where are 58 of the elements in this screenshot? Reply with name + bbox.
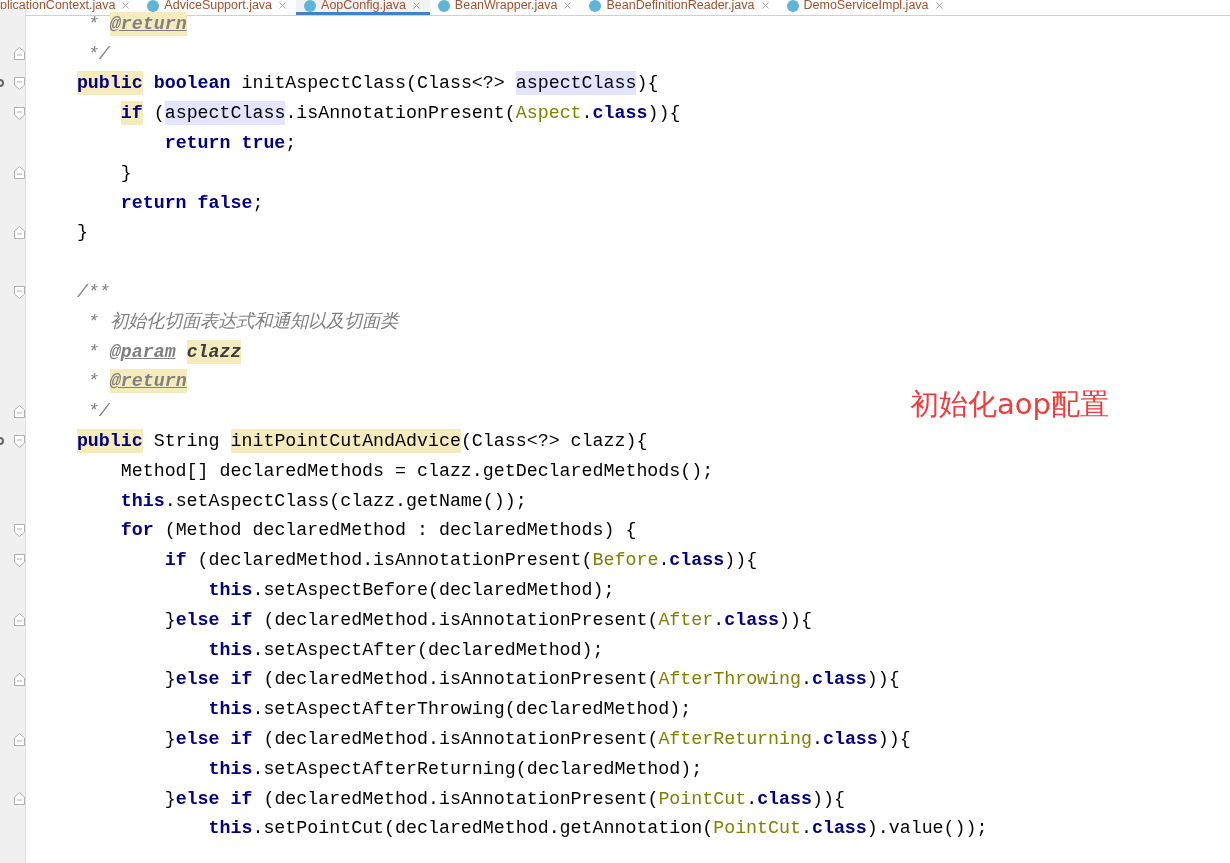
code-line: if (declaredMethod.isAnnotationPresent(Before.class)){ (163, 549, 758, 573)
code-line: public String initPointCutAndAdvice(Class<?> clazz){ (75, 429, 648, 454)
editor-tab[interactable]: BeanWrapper.java (429, 0, 582, 15)
fold-icon[interactable] (14, 106, 25, 120)
annotation-note: 初始化aop配置 (910, 386, 1109, 423)
fold-icon[interactable] (14, 77, 25, 90)
code-line: */ (86, 400, 110, 424)
fold-icon[interactable] (14, 47, 25, 61)
code-line: } (75, 221, 88, 245)
fold-icon[interactable] (14, 613, 25, 627)
tab-label: AdviceSupport.java (164, 0, 273, 12)
code-line: this.setAspectBefore(declaredMethod); (207, 579, 615, 603)
code-line: this.setPointCut(declaredMethod.getAnnotation(PointCut.class).value()); (207, 817, 988, 841)
code-line: }else if (declaredMethod.isAnnotationPresent(PointCut.class)){ (163, 787, 845, 811)
fold-icon[interactable] (14, 792, 25, 806)
close-icon[interactable] (120, 0, 132, 11)
code-line: return true; (163, 132, 297, 156)
code-line: } (119, 161, 132, 185)
fold-icon[interactable] (14, 225, 25, 239)
close-icon[interactable] (410, 0, 422, 11)
editor-tab[interactable]: plicationContext.java (0, 0, 140, 15)
code-line: this.setAspectAfterThrowing(declaredMethod); (207, 698, 692, 722)
tab-label: plicationContext.java (0, 0, 116, 12)
code-line: /** (75, 281, 110, 305)
code-line: return false; (119, 191, 264, 215)
tab-label: BeanDefinitionReader.java (606, 0, 755, 12)
code-line: if (aspectClass.isAnnotationPresent(Aspect.class)){ (119, 101, 681, 126)
close-icon[interactable] (759, 0, 771, 11)
code-line: for (Method declaredMethod : declaredMethods) { (119, 519, 637, 543)
code-line: public boolean initAspectClass(Class<?> aspectClass){ (75, 71, 659, 96)
code-line: */ (86, 42, 110, 66)
code-line: * 初始化切面表达式和通知以及切面类 (86, 310, 398, 334)
code-line: this.setAspectClass(clazz.getName()); (119, 489, 527, 513)
editor-tab[interactable]: DemoServiceImpl.java (778, 0, 953, 15)
fold-icon[interactable] (14, 732, 25, 746)
code-line: Method[] declaredMethods = clazz.getDeclaredMethods(); (119, 459, 714, 483)
fold-icon[interactable] (14, 404, 25, 418)
fold-icon[interactable] (14, 523, 25, 537)
tab-label: DemoServiceImpl.java (803, 0, 929, 12)
code-line: }else if (declaredMethod.isAnnotationPresent(After.class)){ (163, 608, 812, 632)
tab-label: AopConfig.java (321, 0, 406, 12)
code-line: this.setAspectAfter(declaredMethod); (207, 638, 604, 662)
code-line: * @param clazz (86, 339, 242, 364)
tab-label: BeanWrapper.java (454, 0, 558, 12)
code-line: this.setAspectAfterReturning(declaredMethod); (207, 757, 703, 781)
close-icon[interactable] (277, 0, 289, 11)
code-line: }else if (declaredMethod.isAnnotationPresent(AfterReturning.class)){ (163, 728, 911, 751)
fold-icon[interactable] (14, 553, 25, 567)
fold-icon[interactable] (14, 434, 25, 448)
fold-icon[interactable] (14, 285, 25, 299)
editor-tab[interactable]: AopConfig.java (296, 0, 430, 15)
close-icon[interactable] (933, 0, 945, 11)
code-line: }else if (declaredMethod.isAnnotationPresent(AfterThrowing.class)){ (163, 668, 900, 692)
close-icon[interactable] (562, 0, 574, 11)
editor-tab[interactable]: AdviceSupport.java (139, 0, 297, 15)
fold-icon[interactable] (14, 672, 25, 686)
editor-tab[interactable]: BeanDefinitionReader.java (581, 0, 779, 15)
fold-icon[interactable] (14, 166, 25, 180)
